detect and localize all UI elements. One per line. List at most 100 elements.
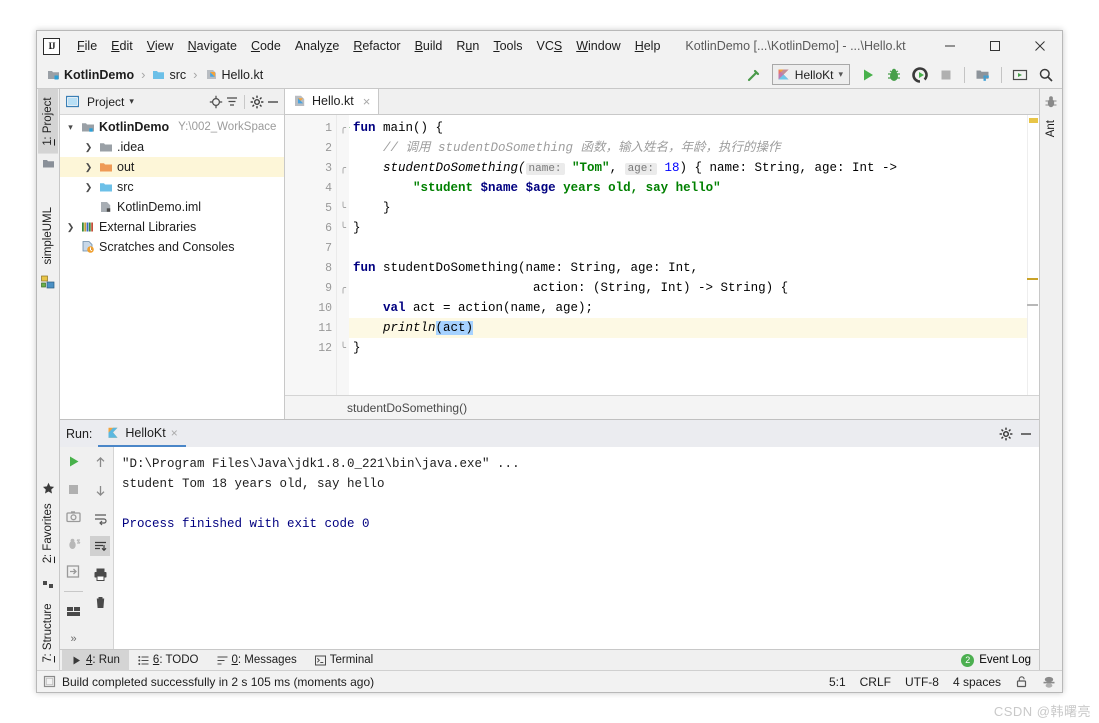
tree-row-idea[interactable]: ❯ .idea	[60, 137, 284, 157]
menu-code[interactable]: Code	[244, 36, 288, 56]
settings-gear-icon[interactable]	[999, 427, 1013, 441]
menu-file[interactable]: File	[70, 36, 104, 56]
inspector-icon[interactable]	[1042, 675, 1056, 689]
sidebar-tab-ant[interactable]: Ant	[1041, 112, 1061, 139]
sidebar-tab-favorites[interactable]: 2: Favorites	[38, 501, 58, 571]
screenshot-root: IJ File Edit View Navigate Code Analyze …	[0, 0, 1099, 723]
caret-position[interactable]: 5:1	[829, 675, 846, 689]
folder-orange-icon	[99, 160, 113, 174]
bottom-tab-messages[interactable]: 0: Messages	[208, 650, 306, 671]
editor-breadcrumb[interactable]: studentDoSomething()	[285, 395, 1039, 419]
sidebar-tab-structure[interactable]: 7: Structure	[38, 593, 58, 670]
debug-icon[interactable]	[882, 64, 906, 86]
fold-marker[interactable]: ╰	[337, 338, 349, 358]
print-icon[interactable]	[90, 564, 110, 584]
fold-marker[interactable]: ╰	[337, 198, 349, 218]
line-separator[interactable]: CRLF	[860, 675, 891, 689]
settings-gear-icon[interactable]	[250, 95, 264, 109]
editor-marker-bar[interactable]	[1027, 115, 1039, 395]
menu-window[interactable]: Window	[569, 36, 627, 56]
run-with-coverage-icon[interactable]	[908, 64, 932, 86]
close-icon[interactable]	[1017, 31, 1062, 61]
fold-marker[interactable]: ╭	[337, 158, 349, 178]
menu-analyze[interactable]: Analyze	[288, 36, 346, 56]
event-log-button[interactable]: 2 Event Log	[961, 653, 1039, 667]
sidebar-tab-simpleuml[interactable]: simpleUML	[38, 199, 58, 273]
run-tab-hellokt[interactable]: HelloKt ×	[98, 420, 186, 447]
menu-help[interactable]: Help	[628, 36, 668, 56]
stop-icon[interactable]	[64, 479, 84, 498]
unlock-icon[interactable]	[1015, 675, 1028, 688]
hide-icon[interactable]	[266, 95, 280, 109]
fold-marker[interactable]: ╭	[337, 118, 349, 138]
left-tool-stripe: 1: Project simpleUML 2: Favorites 7: Str…	[37, 89, 60, 670]
updates-icon[interactable]	[1008, 64, 1032, 86]
locate-icon[interactable]	[209, 95, 223, 109]
breadcrumb-item-module[interactable]: KotlinDemo	[45, 67, 136, 83]
breadcrumb-item-src[interactable]: src	[150, 67, 188, 83]
chevron-right-icon[interactable]: ❯	[82, 142, 95, 153]
bottom-tab-todo[interactable]: 6: TODO	[129, 650, 208, 671]
menu-vcs[interactable]: VCS	[530, 36, 570, 56]
gutter-num: 12	[318, 341, 332, 355]
scroll-up-icon[interactable]	[90, 452, 110, 472]
menu-view[interactable]: View	[140, 36, 181, 56]
tree-row-external-libraries[interactable]: ❯ External Libraries	[60, 217, 284, 237]
scroll-down-icon[interactable]	[90, 480, 110, 500]
run-icon[interactable]	[856, 64, 880, 86]
chevron-down-icon[interactable]: ▾	[64, 122, 77, 133]
build-hammer-icon[interactable]	[742, 64, 766, 86]
bottom-tab-terminal[interactable]: Terminal	[306, 650, 382, 671]
tree-row-kotlindemo[interactable]: ▾ KotlinDemo Y:\002_WorkSpace	[60, 117, 284, 137]
fold-marker[interactable]: ╰	[337, 218, 349, 238]
indent-setting[interactable]: 4 spaces	[953, 675, 1001, 689]
stop-icon[interactable]	[934, 64, 958, 86]
run-configuration-selector[interactable]: HelloKt ▾	[771, 64, 850, 85]
layout-icon[interactable]	[64, 602, 84, 621]
code-content[interactable]: fun main() { // 调用 studentDoSomething 函数…	[349, 115, 1027, 395]
chevron-down-icon[interactable]: ▾	[129, 96, 134, 107]
tree-row-scratches[interactable]: Scratches and Consoles	[60, 237, 284, 257]
menu-refactor[interactable]: Refactor	[346, 36, 407, 56]
sidebar-tab-project[interactable]: 1: Project	[38, 89, 58, 154]
main-toolbar: HelloKt ▾	[742, 64, 1058, 86]
debug-attach-icon[interactable]	[64, 534, 84, 553]
screenshot-icon[interactable]	[64, 507, 84, 526]
chevron-right-icon[interactable]: ❯	[82, 182, 95, 193]
chevron-down-icon[interactable]: ▾	[838, 69, 843, 80]
tree-row-out[interactable]: ❯ out	[60, 157, 284, 177]
clear-all-icon[interactable]	[90, 592, 110, 612]
chevron-right-icon[interactable]: ❯	[82, 162, 95, 173]
collapse-all-icon[interactable]	[225, 95, 239, 109]
code-line-2: // 调用 studentDoSomething 函数，输入姓名，年龄，执行的操…	[349, 138, 1027, 158]
menu-run[interactable]: Run	[449, 36, 486, 56]
menu-build[interactable]: Build	[408, 36, 450, 56]
console-output[interactable]: "D:\Program Files\Java\jdk1.8.0_221\bin\…	[114, 447, 1039, 649]
soft-wrap-icon[interactable]	[90, 508, 110, 528]
menu-edit[interactable]: Edit	[104, 36, 140, 56]
file-encoding[interactable]: UTF-8	[905, 675, 939, 689]
fold-marker[interactable]: ╭	[337, 278, 349, 298]
export-icon[interactable]	[64, 562, 84, 581]
project-structure-icon[interactable]	[971, 64, 995, 86]
close-icon[interactable]: ×	[363, 94, 371, 109]
panel-divider	[244, 94, 245, 109]
chevron-right-icon[interactable]: ❯	[64, 222, 77, 233]
minimize-icon[interactable]	[927, 31, 972, 61]
menu-navigate[interactable]: Navigate	[181, 36, 244, 56]
scroll-to-end-icon[interactable]	[90, 536, 110, 556]
bottom-tab-run[interactable]: 4: Run	[62, 649, 129, 671]
close-icon[interactable]: ×	[171, 426, 178, 440]
expand-more-icon[interactable]: »	[64, 630, 84, 649]
rerun-icon[interactable]	[64, 452, 84, 471]
menu-tools[interactable]: Tools	[486, 36, 529, 56]
hide-icon[interactable]	[1019, 427, 1033, 441]
search-everywhere-icon[interactable]	[1034, 64, 1058, 86]
editor-tab-hello-kt[interactable]: Hello.kt ×	[285, 88, 380, 114]
tree-row-src[interactable]: ❯ src	[60, 177, 284, 197]
line-number: 11	[285, 318, 336, 338]
tree-row-iml[interactable]: KotlinDemo.iml	[60, 197, 284, 217]
maximize-icon[interactable]	[972, 31, 1017, 61]
breadcrumb-item-file[interactable]: Hello.kt	[203, 67, 266, 83]
